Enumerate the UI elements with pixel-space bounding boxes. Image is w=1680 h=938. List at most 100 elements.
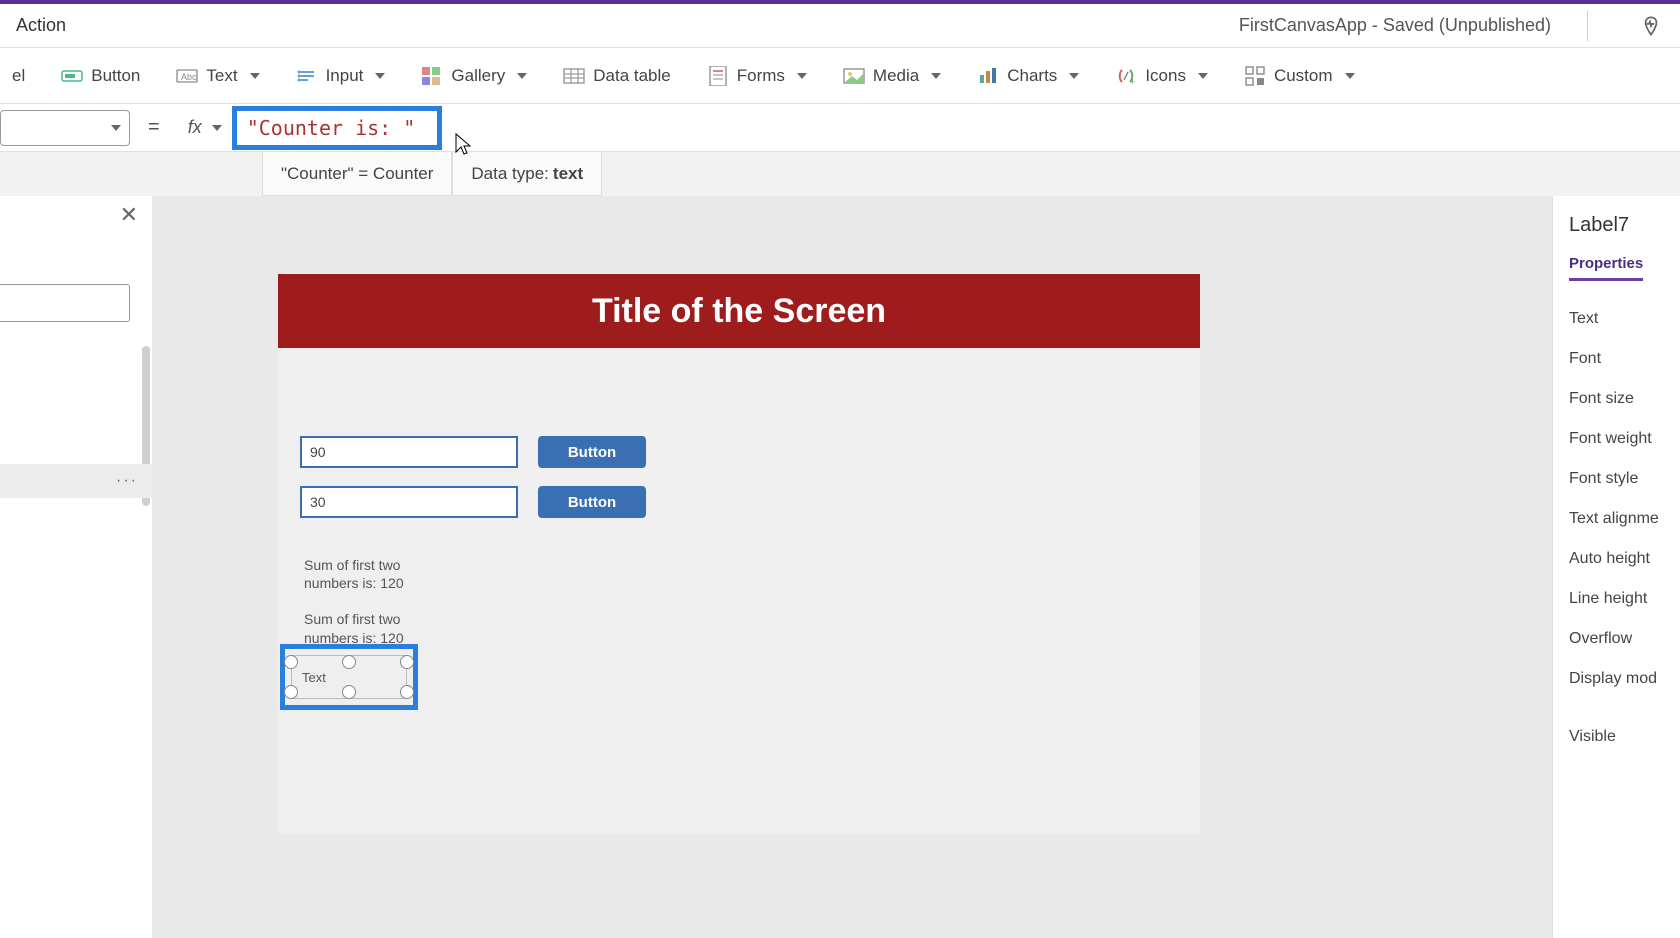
chevron-down-icon: [1345, 73, 1355, 79]
text-input-2[interactable]: [300, 486, 518, 518]
tree-view-pane: ✕ ···: [0, 196, 152, 938]
tab-properties[interactable]: Properties: [1569, 255, 1643, 281]
prop-font-style[interactable]: Font style: [1569, 459, 1680, 499]
property-dropdown[interactable]: [0, 110, 130, 146]
prop-auto-height[interactable]: Auto height: [1569, 539, 1680, 579]
tree-search-input[interactable]: [0, 284, 130, 322]
title-bar: Action FirstCanvasApp - Saved (Unpublish…: [0, 0, 1680, 48]
menu-action[interactable]: Action: [16, 15, 66, 36]
formula-suggestion[interactable]: "Counter" = Counter: [262, 152, 452, 196]
svg-text:Abc: Abc: [181, 72, 197, 82]
fx-label[interactable]: fx: [178, 117, 232, 138]
chevron-down-icon: [1069, 73, 1079, 79]
ribbon-icons[interactable]: + Icons: [1111, 59, 1212, 93]
formula-input[interactable]: "Counter is: ": [247, 116, 427, 140]
ribbon-datatable-label: Data table: [593, 66, 671, 86]
ribbon-charts-label: Charts: [1007, 66, 1057, 86]
ribbon-icons-label: Icons: [1145, 66, 1186, 86]
ribbon-gallery[interactable]: Gallery: [417, 59, 531, 93]
chevron-down-icon: [797, 73, 807, 79]
resize-handle[interactable]: [400, 685, 414, 699]
canvas-row-2: Button: [300, 486, 1200, 518]
text-icon: Abc: [176, 65, 198, 87]
selected-object-name: Label7: [1569, 214, 1680, 237]
resize-handle[interactable]: [400, 655, 414, 669]
ribbon-datatable[interactable]: Data table: [559, 59, 675, 93]
resize-handle[interactable]: [284, 655, 298, 669]
ribbon-button[interactable]: Button: [57, 59, 144, 93]
chevron-down-icon: [931, 73, 941, 79]
screen-canvas[interactable]: Title of the Screen Button Button Sum of…: [278, 274, 1200, 834]
charts-icon: [977, 65, 999, 87]
insert-ribbon: el Button Abc Text Input Gallery Data ta…: [0, 48, 1680, 104]
media-icon: [843, 65, 865, 87]
prop-line-height[interactable]: Line height: [1569, 579, 1680, 619]
text-input-1[interactable]: [300, 436, 518, 468]
formula-bar: = fx "Counter is: ": [0, 104, 1680, 152]
chevron-down-icon: [375, 73, 385, 79]
datatype-label: Data type:: [471, 164, 549, 184]
datatable-icon: [563, 65, 585, 87]
fx-text: fx: [188, 117, 202, 138]
canvas-button-1[interactable]: Button: [538, 436, 646, 468]
title-divider: [1587, 11, 1588, 41]
canvas-button-2[interactable]: Button: [538, 486, 646, 518]
gallery-icon: [421, 65, 443, 87]
prop-font[interactable]: Font: [1569, 339, 1680, 379]
prop-display-mode[interactable]: Display mod: [1569, 659, 1680, 699]
prop-text-align[interactable]: Text alignme: [1569, 499, 1680, 539]
formula-input-highlight: "Counter is: ": [232, 106, 442, 150]
ribbon-media[interactable]: Media: [839, 59, 945, 93]
chevron-down-icon: [250, 73, 260, 79]
canvas-area: Title of the Screen Button Button Sum of…: [152, 196, 1552, 938]
forms-icon: [707, 65, 729, 87]
screen-title-label[interactable]: Title of the Screen: [278, 274, 1200, 348]
icons-icon: +: [1115, 65, 1137, 87]
app-title: FirstCanvasApp - Saved (Unpublished): [66, 15, 1571, 36]
sum-label-1[interactable]: Sum of first two numbers is: 120: [304, 556, 444, 592]
button-icon: [61, 65, 83, 87]
health-icon[interactable]: [1604, 13, 1664, 39]
ribbon-forms-label: Forms: [737, 66, 785, 86]
resize-handle[interactable]: [284, 685, 298, 699]
prop-font-weight[interactable]: Font weight: [1569, 419, 1680, 459]
more-icon[interactable]: ···: [116, 472, 138, 490]
svg-text:+: +: [1130, 77, 1135, 86]
selected-label-value: Text: [302, 670, 326, 685]
prop-overflow[interactable]: Overflow: [1569, 619, 1680, 659]
resize-handle[interactable]: [342, 655, 356, 669]
properties-pane: Label7 Properties Text Font Font size Fo…: [1552, 196, 1680, 938]
ribbon-forms[interactable]: Forms: [703, 59, 811, 93]
chevron-down-icon: [212, 125, 222, 131]
selected-label-control[interactable]: Text: [280, 644, 418, 710]
ribbon-label-text: el: [12, 66, 25, 86]
ribbon-text[interactable]: Abc Text: [172, 59, 263, 93]
ribbon-charts[interactable]: Charts: [973, 59, 1083, 93]
equals-sign: =: [148, 116, 160, 139]
chevron-down-icon: [1198, 73, 1208, 79]
chevron-down-icon: [111, 125, 121, 131]
ribbon-custom-label: Custom: [1274, 66, 1333, 86]
ribbon-label-partial[interactable]: el: [8, 60, 29, 92]
prop-font-size[interactable]: Font size: [1569, 379, 1680, 419]
ribbon-input[interactable]: Input: [292, 59, 390, 93]
suggest-spacer: [0, 152, 262, 196]
formula-datatype: Data type: text: [452, 152, 602, 196]
sum-label-2[interactable]: Sum of first two numbers is: 120: [304, 610, 444, 646]
ribbon-custom[interactable]: Custom: [1240, 59, 1359, 93]
tree-item-selected[interactable]: ···: [0, 464, 152, 498]
chevron-down-icon: [517, 73, 527, 79]
formula-suggestion-bar: "Counter" = Counter Data type: text: [0, 152, 1680, 196]
input-icon: [296, 65, 318, 87]
ribbon-button-label: Button: [91, 66, 140, 86]
datatype-value: text: [553, 164, 583, 184]
custom-icon: [1244, 65, 1266, 87]
ribbon-media-label: Media: [873, 66, 919, 86]
close-icon[interactable]: ✕: [120, 202, 138, 228]
resize-handle[interactable]: [342, 685, 356, 699]
main-area: ✕ ··· Title of the Screen Button Button …: [0, 196, 1680, 938]
prop-text[interactable]: Text: [1569, 299, 1680, 339]
canvas-row-1: Button: [300, 436, 1200, 468]
prop-visible[interactable]: Visible: [1569, 717, 1680, 757]
ribbon-text-label: Text: [206, 66, 237, 86]
